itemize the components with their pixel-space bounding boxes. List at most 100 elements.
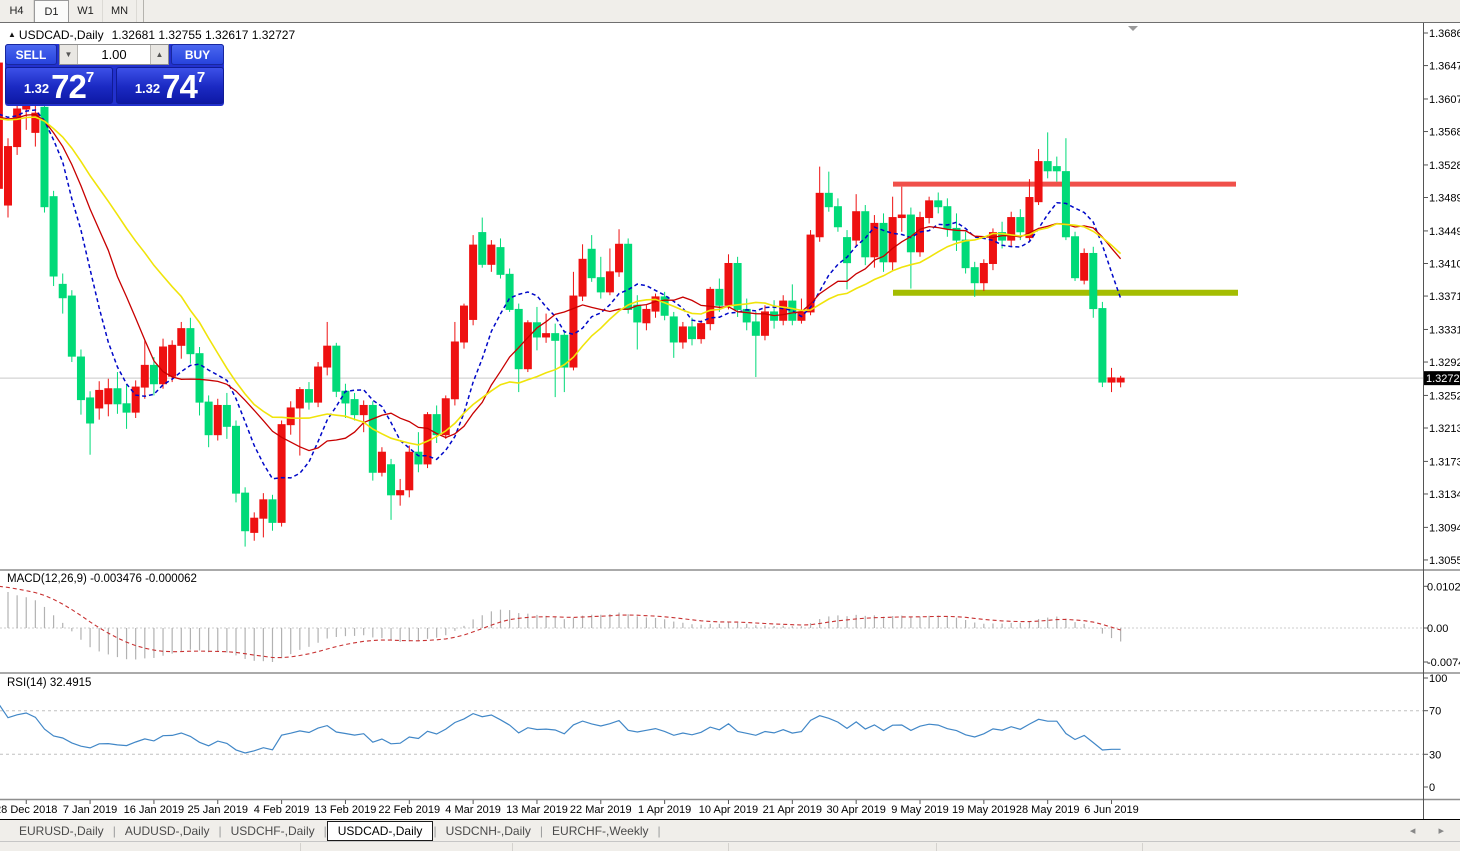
price-axis-label: 1.30940 [1429,522,1460,534]
buy-price-sup: 7 [197,69,205,86]
candle-body [406,452,413,490]
price-axis-label: 1.36860 [1429,28,1460,40]
candle-body [689,327,696,339]
tab-usdcad-daily[interactable]: USDCAD-,Daily [327,821,434,841]
rsi-axis-label: 30 [1429,749,1441,761]
price-axis-label: 1.36070 [1429,94,1460,106]
timeframe-button-w1[interactable]: W1 [69,0,103,22]
tab-eurusd-daily[interactable]: EURUSD-,Daily [10,822,113,840]
volume-stepper[interactable]: ▼ 1.00 ▲ [59,44,169,65]
candle-body [96,390,103,408]
candle-body [935,201,942,207]
date-axis-label: 10 Apr 2019 [699,804,758,816]
rsi-name: RSI(14) [7,677,47,689]
candle-body [825,193,832,206]
candle-body [296,390,303,408]
price-axis-label: 1.34100 [1429,258,1460,270]
candle-body [515,309,522,368]
candle-body [725,263,732,305]
volume-increase-button[interactable]: ▲ [150,45,168,64]
candle-body [451,342,458,399]
candle-body [169,345,176,376]
candle-body [497,248,504,275]
sell-button[interactable]: SELL [5,44,57,65]
candle-body [971,268,978,283]
candle-body [351,400,358,415]
timeframe-button-d1[interactable]: D1 [34,0,69,22]
candle-body [315,367,322,402]
macd-values: -0.003476 -0.000062 [90,573,197,585]
date-axis-label: 19 May 2019 [952,804,1016,816]
candle-body [5,147,12,205]
candle-body [625,244,632,309]
one-click-trade-panel: SELL ▼ 1.00 ▲ BUY 1.32727 1.32747 [5,44,224,106]
candle-body [415,452,422,464]
candle-body [853,212,860,240]
macd-axis-label: 0.00 [1427,623,1448,635]
sell-price-big: 72 [51,72,86,102]
candle-body [123,404,130,412]
timeframe-button-h4[interactable]: H4 [0,0,34,22]
candle-body [579,259,586,296]
macd-name: MACD(12,26,9) [7,573,87,585]
sell-price-sup: 7 [86,69,94,86]
trading-terminal-window: H4D1W1MN 1.368601.364701.360701.356801.3… [0,0,1460,851]
statusbar-divider [936,843,937,851]
tab-audusd-daily[interactable]: AUDUSD-,Daily [116,822,219,840]
candle-body [524,323,531,369]
candle-body [962,240,969,268]
candle-body [150,365,157,383]
candle-body [160,347,167,384]
buy-price-display[interactable]: 1.32747 [116,67,224,104]
date-axis-label: 1 Apr 2019 [638,804,691,816]
price-axis-label: 1.34490 [1429,226,1460,238]
tab-scroll-arrows[interactable]: ◂ ▸ [1410,824,1454,837]
candle-body [360,405,367,414]
candle-body [50,197,57,276]
tab-separator: | [657,824,660,838]
candle-body [114,389,121,404]
buy-button[interactable]: BUY [171,44,224,65]
statusbar-divider [300,843,301,851]
candle-body [0,63,2,188]
sell-price-display[interactable]: 1.32727 [5,67,113,104]
candle-body [752,322,759,335]
tab-usdcnh-daily[interactable]: USDCNH-,Daily [437,822,540,840]
candle-body [743,309,750,322]
tab-usdchf-daily[interactable]: USDCHF-,Daily [222,822,324,840]
candle-body [369,405,376,472]
symbol-marker-icon: ▲ [8,30,16,39]
date-axis-label: 21 Apr 2019 [763,804,822,816]
volume-decrease-button[interactable]: ▼ [60,45,78,64]
candle-body [634,305,641,322]
candle-body [907,215,914,252]
candle-body [77,357,84,400]
candle-body [68,296,75,356]
price-axis-label: 1.35280 [1429,160,1460,172]
candle-body [898,215,905,218]
rsi-axis-label: 70 [1429,706,1441,718]
candle-body [287,408,294,425]
price-axis-label: 1.33310 [1429,324,1460,336]
rsi-indicator-label: RSI(14) 32.4915 [7,677,91,689]
rsi-axis-label: 100 [1429,673,1447,685]
candle-body [378,452,385,472]
price-axis-label: 1.32520 [1429,390,1460,402]
candle-body [1099,309,1106,382]
candle-body [132,387,139,412]
candle-body [834,207,841,227]
volume-value[interactable]: 1.00 [78,45,150,64]
candle-body [862,212,869,257]
tab-eurchf-weekly[interactable]: EURCHF-,Weekly [543,822,657,840]
date-axis-label: 28 May 2019 [1016,804,1080,816]
date-axis-label: 16 Jan 2019 [124,804,185,816]
candle-body [1035,162,1042,202]
candle-body [333,346,340,391]
macd-axis-label: 0.010229 [1427,581,1460,593]
price-chart[interactable]: 1.368601.364701.360701.356801.352801.348… [0,0,1460,851]
candle-body [698,324,705,339]
candle-body [1008,218,1015,241]
toolbar-separator [137,0,144,22]
timeframe-toolbar: H4D1W1MN [0,0,1460,23]
timeframe-button-mn[interactable]: MN [103,0,137,22]
